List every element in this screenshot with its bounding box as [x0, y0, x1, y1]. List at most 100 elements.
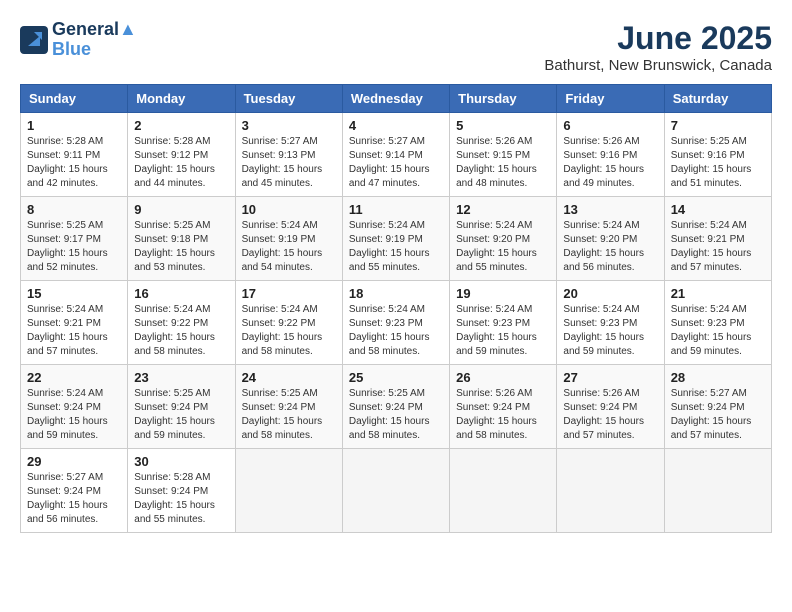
- calendar-cell: 13 Sunrise: 5:24 AMSunset: 9:20 PMDayligh…: [557, 197, 664, 281]
- title-block: June 2025 Bathurst, New Brunswick, Canad…: [544, 20, 772, 74]
- day-number: 19: [456, 286, 550, 301]
- calendar-cell: 3 Sunrise: 5:27 AMSunset: 9:13 PMDaylight…: [235, 113, 342, 197]
- day-detail: Sunrise: 5:24 AMSunset: 9:23 PMDaylight:…: [349, 303, 443, 359]
- day-number: 3: [242, 118, 336, 133]
- day-detail: Sunrise: 5:25 AMSunset: 9:24 PMDaylight:…: [349, 387, 443, 443]
- calendar-cell: 28 Sunrise: 5:27 AMSunset: 9:24 PMDayligh…: [664, 365, 771, 449]
- calendar-cell: 16 Sunrise: 5:24 AMSunset: 9:22 PMDayligh…: [128, 281, 235, 365]
- day-detail: Sunrise: 5:25 AMSunset: 9:16 PMDaylight:…: [671, 135, 765, 191]
- calendar-cell: 11Sunrise: 5:24 AMSunset: 9:19 PMDayligh…: [342, 197, 449, 281]
- logo: General▲ Blue: [20, 20, 137, 60]
- day-detail: Sunrise: 5:24 AMSunset: 9:19 PMDaylight:…: [242, 219, 336, 275]
- logo-icon: [20, 26, 48, 54]
- calendar-week-row: 29Sunrise: 5:27 AMSunset: 9:24 PMDayligh…: [21, 449, 772, 533]
- weekday-header: Monday: [128, 85, 235, 113]
- day-detail: Sunrise: 5:27 AMSunset: 9:24 PMDaylight:…: [27, 471, 121, 527]
- calendar-cell: 5 Sunrise: 5:26 AMSunset: 9:15 PMDaylight…: [450, 113, 557, 197]
- calendar-cell: 9 Sunrise: 5:25 AMSunset: 9:18 PMDaylight…: [128, 197, 235, 281]
- day-number: 18: [349, 286, 443, 301]
- calendar-cell: 2 Sunrise: 5:28 AMSunset: 9:12 PMDaylight…: [128, 113, 235, 197]
- calendar-cell: 23Sunrise: 5:25 AMSunset: 9:24 PMDayligh…: [128, 365, 235, 449]
- day-number: 6: [563, 118, 657, 133]
- calendar-cell: 25 Sunrise: 5:25 AMSunset: 9:24 PMDayligh…: [342, 365, 449, 449]
- day-detail: Sunrise: 5:24 AMSunset: 9:20 PMDaylight:…: [563, 219, 657, 275]
- calendar-cell: 20 Sunrise: 5:24 AMSunset: 9:23 PMDayligh…: [557, 281, 664, 365]
- day-number: 26: [456, 370, 550, 385]
- calendar-week-row: 22 Sunrise: 5:24 AMSunset: 9:24 PMDayligh…: [21, 365, 772, 449]
- calendar-week-row: 15 Sunrise: 5:24 AMSunset: 9:21 PMDayligh…: [21, 281, 772, 365]
- day-number: 22: [27, 370, 121, 385]
- weekday-header: Sunday: [21, 85, 128, 113]
- day-number: 10: [242, 202, 336, 217]
- day-detail: Sunrise: 5:27 AMSunset: 9:13 PMDaylight:…: [242, 135, 336, 191]
- day-number: 20: [563, 286, 657, 301]
- day-detail: Sunrise: 5:27 AMSunset: 9:24 PMDaylight:…: [671, 387, 765, 443]
- calendar-cell: 14 Sunrise: 5:24 AMSunset: 9:21 PMDayligh…: [664, 197, 771, 281]
- page-header: General▲ Blue June 2025 Bathurst, New Br…: [20, 20, 772, 74]
- month-title: June 2025: [544, 20, 772, 57]
- calendar-cell: 21 Sunrise: 5:24 AMSunset: 9:23 PMDayligh…: [664, 281, 771, 365]
- calendar-cell: 30 Sunrise: 5:28 AMSunset: 9:24 PMDayligh…: [128, 449, 235, 533]
- day-number: 13: [563, 202, 657, 217]
- day-number: 28: [671, 370, 765, 385]
- day-detail: Sunrise: 5:28 AMSunset: 9:24 PMDaylight:…: [134, 471, 228, 527]
- calendar-header-row: SundayMondayTuesdayWednesdayThursdayFrid…: [21, 85, 772, 113]
- day-number: 15: [27, 286, 121, 301]
- day-number: 21: [671, 286, 765, 301]
- day-detail: Sunrise: 5:25 AMSunset: 9:17 PMDaylight:…: [27, 219, 121, 275]
- day-detail: Sunrise: 5:26 AMSunset: 9:15 PMDaylight:…: [456, 135, 550, 191]
- day-number: 12: [456, 202, 550, 217]
- day-detail: Sunrise: 5:25 AMSunset: 9:24 PMDaylight:…: [134, 387, 228, 443]
- calendar-week-row: 8Sunrise: 5:25 AMSunset: 9:17 PMDaylight…: [21, 197, 772, 281]
- day-detail: Sunrise: 5:24 AMSunset: 9:22 PMDaylight:…: [242, 303, 336, 359]
- calendar-cell: [450, 449, 557, 533]
- day-number: 7: [671, 118, 765, 133]
- day-number: 25: [349, 370, 443, 385]
- day-number: 30: [134, 454, 228, 469]
- weekday-header: Thursday: [450, 85, 557, 113]
- day-detail: Sunrise: 5:24 AMSunset: 9:20 PMDaylight:…: [456, 219, 550, 275]
- calendar-cell: 4Sunrise: 5:27 AMSunset: 9:14 PMDaylight…: [342, 113, 449, 197]
- day-detail: Sunrise: 5:25 AMSunset: 9:24 PMDaylight:…: [242, 387, 336, 443]
- day-number: 14: [671, 202, 765, 217]
- calendar-cell: [342, 449, 449, 533]
- calendar-table: SundayMondayTuesdayWednesdayThursdayFrid…: [20, 84, 772, 533]
- day-number: 27: [563, 370, 657, 385]
- day-detail: Sunrise: 5:26 AMSunset: 9:24 PMDaylight:…: [563, 387, 657, 443]
- day-number: 17: [242, 286, 336, 301]
- day-number: 16: [134, 286, 228, 301]
- calendar-cell: 12 Sunrise: 5:24 AMSunset: 9:20 PMDayligh…: [450, 197, 557, 281]
- day-detail: Sunrise: 5:28 AMSunset: 9:12 PMDaylight:…: [134, 135, 228, 191]
- calendar-cell: 6Sunrise: 5:26 AMSunset: 9:16 PMDaylight…: [557, 113, 664, 197]
- day-number: 2: [134, 118, 228, 133]
- calendar-cell: 18 Sunrise: 5:24 AMSunset: 9:23 PMDayligh…: [342, 281, 449, 365]
- day-number: 4: [349, 118, 443, 133]
- calendar-cell: 7 Sunrise: 5:25 AMSunset: 9:16 PMDaylight…: [664, 113, 771, 197]
- day-number: 5: [456, 118, 550, 133]
- logo-text: General▲ Blue: [52, 20, 137, 60]
- calendar-cell: [557, 449, 664, 533]
- day-detail: Sunrise: 5:24 AMSunset: 9:24 PMDaylight:…: [27, 387, 121, 443]
- calendar-cell: [235, 449, 342, 533]
- day-number: 9: [134, 202, 228, 217]
- calendar-cell: 10 Sunrise: 5:24 AMSunset: 9:19 PMDayligh…: [235, 197, 342, 281]
- day-detail: Sunrise: 5:26 AMSunset: 9:24 PMDaylight:…: [456, 387, 550, 443]
- day-detail: Sunrise: 5:24 AMSunset: 9:21 PMDaylight:…: [671, 219, 765, 275]
- calendar-cell: 8Sunrise: 5:25 AMSunset: 9:17 PMDaylight…: [21, 197, 128, 281]
- day-number: 1: [27, 118, 121, 133]
- day-detail: Sunrise: 5:24 AMSunset: 9:21 PMDaylight:…: [27, 303, 121, 359]
- day-number: 24: [242, 370, 336, 385]
- calendar-cell: 1 Sunrise: 5:28 AMSunset: 9:11 PMDaylight…: [21, 113, 128, 197]
- calendar-cell: 19 Sunrise: 5:24 AMSunset: 9:23 PMDayligh…: [450, 281, 557, 365]
- day-detail: Sunrise: 5:25 AMSunset: 9:18 PMDaylight:…: [134, 219, 228, 275]
- day-detail: Sunrise: 5:24 AMSunset: 9:19 PMDaylight:…: [349, 219, 443, 275]
- weekday-header: Wednesday: [342, 85, 449, 113]
- day-detail: Sunrise: 5:24 AMSunset: 9:23 PMDaylight:…: [671, 303, 765, 359]
- calendar-cell: 27 Sunrise: 5:26 AMSunset: 9:24 PMDayligh…: [557, 365, 664, 449]
- day-detail: Sunrise: 5:24 AMSunset: 9:22 PMDaylight:…: [134, 303, 228, 359]
- day-detail: Sunrise: 5:24 AMSunset: 9:23 PMDaylight:…: [456, 303, 550, 359]
- day-detail: Sunrise: 5:24 AMSunset: 9:23 PMDaylight:…: [563, 303, 657, 359]
- location-title: Bathurst, New Brunswick, Canada: [544, 57, 772, 74]
- day-detail: Sunrise: 5:28 AMSunset: 9:11 PMDaylight:…: [27, 135, 121, 191]
- calendar-cell: 22 Sunrise: 5:24 AMSunset: 9:24 PMDayligh…: [21, 365, 128, 449]
